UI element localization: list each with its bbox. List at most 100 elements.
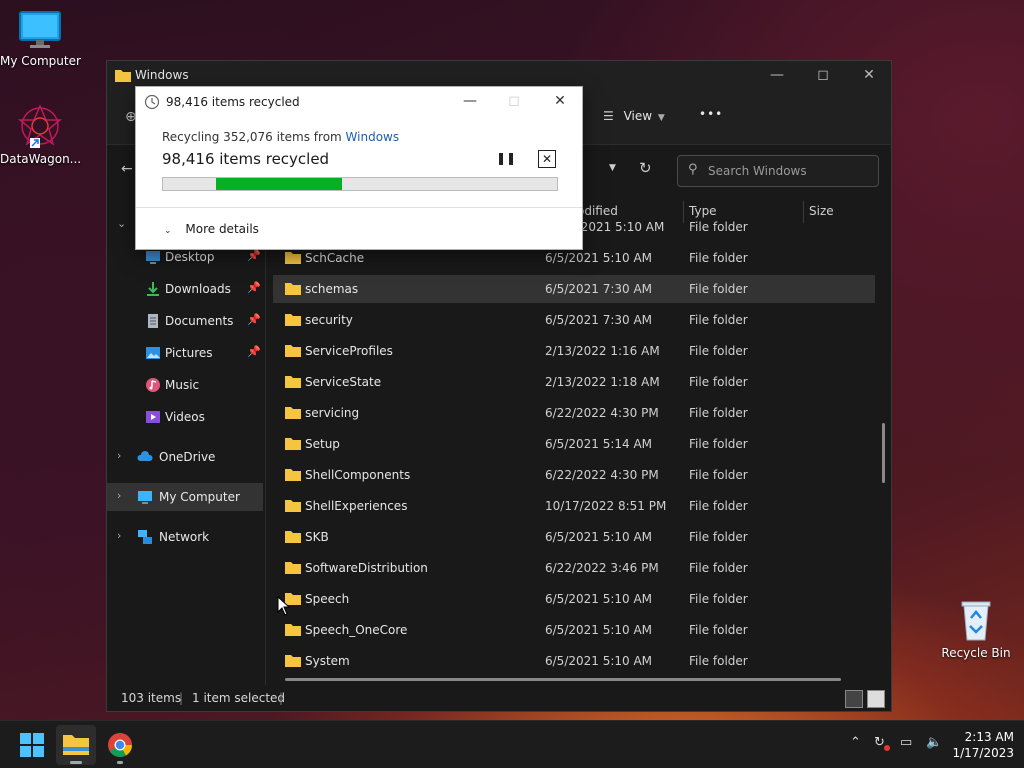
- dialog-title: 98,416 items recycled: [166, 95, 300, 109]
- nav-item-label: Downloads: [165, 282, 231, 296]
- table-row[interactable]: Speech 6/5/2021 5:10 AM File folder: [273, 585, 875, 613]
- row-name: security: [305, 313, 353, 327]
- more-details-toggle[interactable]: ⌄ More details: [164, 222, 259, 236]
- pin-icon: 📌: [247, 249, 261, 262]
- folder-icon: [285, 562, 301, 574]
- monitor-icon: [19, 11, 61, 48]
- chrome-taskbar-button[interactable]: [100, 725, 140, 765]
- dialog-maximize-button: ◻: [508, 93, 520, 109]
- running-indicator: [117, 761, 123, 764]
- chevron-down-icon[interactable]: ▼: [609, 163, 616, 173]
- running-indicator: [70, 761, 82, 764]
- file-explorer-taskbar-button[interactable]: [56, 725, 96, 765]
- cancel-button[interactable]: ✕: [538, 150, 556, 168]
- pause-button[interactable]: ❚❚: [496, 151, 516, 165]
- row-date: 6/5/2021 5:10 AM: [545, 654, 653, 668]
- row-type: File folder: [689, 313, 748, 327]
- nav-item-pictures[interactable]: Pictures 📌: [107, 339, 263, 367]
- dialog-close-button[interactable]: ✕: [550, 93, 570, 109]
- folder-icon: [285, 314, 301, 326]
- table-row[interactable]: security 6/5/2021 7:30 AM File folder: [273, 306, 875, 334]
- pane-divider[interactable]: [265, 223, 266, 685]
- nav-item-documents[interactable]: Documents 📌: [107, 307, 263, 335]
- tiles-view-button[interactable]: [867, 690, 885, 708]
- selection-count: 1 item selected: [192, 691, 286, 705]
- refresh-icon[interactable]: ↻: [639, 159, 652, 177]
- row-date: 6/5/2021 5:10 AM: [545, 530, 653, 544]
- minimize-button[interactable]: —: [767, 67, 787, 83]
- title-bar[interactable]: Windows — ◻ ✕: [107, 61, 891, 89]
- view-button[interactable]: ☰ View ▼: [603, 109, 665, 123]
- details-view-button[interactable]: [845, 690, 863, 708]
- nav-item-music[interactable]: Music: [107, 371, 263, 399]
- maximize-button[interactable]: ◻: [813, 67, 833, 83]
- item-count: 103 items: [121, 691, 182, 705]
- row-name: ServiceState: [305, 375, 382, 389]
- more-options-button[interactable]: •••: [699, 107, 723, 121]
- row-name: servicing: [305, 406, 360, 420]
- status-divider: |: [279, 691, 284, 705]
- download-icon: [147, 282, 159, 296]
- nav-item-videos[interactable]: Videos: [107, 403, 263, 431]
- row-date: 6/5/2021 5:10 AM: [545, 592, 653, 606]
- table-row[interactable]: schemas 6/5/2021 7:30 AM File folder: [273, 275, 875, 303]
- pictures-icon: [146, 347, 160, 359]
- row-date: 5/2021 5:10 AM: [569, 220, 665, 234]
- chevron-down-icon[interactable]: ⌄: [117, 217, 126, 230]
- vertical-scrollbar[interactable]: [882, 423, 885, 483]
- row-type: File folder: [689, 530, 748, 544]
- table-row[interactable]: System 6/5/2021 5:10 AM File folder: [273, 647, 875, 671]
- nav-item-network[interactable]: › Network: [107, 523, 263, 551]
- dialog-divider: [136, 207, 582, 208]
- network-icon: [138, 530, 152, 544]
- chevron-right-icon[interactable]: ›: [117, 529, 121, 542]
- chevron-up-icon[interactable]: ⌃: [850, 735, 861, 750]
- horizontal-scrollbar[interactable]: [285, 678, 841, 681]
- table-row[interactable]: Setup 6/5/2021 5:14 AM File folder: [273, 430, 875, 458]
- table-row[interactable]: servicing 6/22/2022 4:30 PM File folder: [273, 399, 875, 427]
- column-header-date[interactable]: odified: [577, 204, 618, 218]
- row-date: 6/5/2021 5:14 AM: [545, 437, 653, 451]
- start-button[interactable]: [12, 725, 52, 765]
- folder-icon: [285, 407, 301, 419]
- nav-item-label: Network: [159, 530, 210, 544]
- view-icon: ☰: [603, 109, 614, 123]
- volume-icon[interactable]: 🔈: [926, 735, 942, 750]
- desktop-icon-recycle-bin[interactable]: Recycle Bin: [936, 596, 1016, 660]
- table-row[interactable]: ShellComponents 6/22/2022 4:30 PM File f…: [273, 461, 875, 489]
- search-box[interactable]: ⚲: [677, 155, 879, 187]
- progress-bar: [162, 177, 558, 191]
- desktop-icon: [146, 251, 160, 264]
- folder-icon: [285, 438, 301, 450]
- table-row[interactable]: SKB 6/5/2021 5:10 AM File folder: [273, 523, 875, 551]
- chevron-right-icon[interactable]: ›: [117, 489, 121, 502]
- file-list: 5/2021 5:10 AM File folder SchCache 6/5/…: [273, 217, 875, 671]
- window-title: Windows: [135, 68, 189, 82]
- nav-item-onedrive[interactable]: › OneDrive: [107, 443, 263, 471]
- sync-alert-icon[interactable]: ↻: [874, 735, 890, 751]
- table-row[interactable]: SoftwareDistribution 6/22/2022 3:46 PM F…: [273, 554, 875, 582]
- back-arrow-icon[interactable]: ←: [121, 161, 133, 177]
- dialog-minimize-button[interactable]: —: [460, 93, 480, 109]
- desktop-icon-my-computer[interactable]: My Computer: [0, 10, 81, 68]
- column-header-type[interactable]: Type: [689, 204, 717, 218]
- table-row[interactable]: Speech_OneCore 6/5/2021 5:10 AM File fol…: [273, 616, 875, 644]
- table-row[interactable]: ServiceProfiles 2/13/2022 1:16 AM File f…: [273, 337, 875, 365]
- taskbar-clock[interactable]: 2:13 AM 1/17/2023: [950, 729, 1014, 761]
- search-input[interactable]: [708, 163, 868, 179]
- nav-item-downloads[interactable]: Downloads 📌: [107, 275, 263, 303]
- row-type: File folder: [689, 375, 748, 389]
- nav-item-my-computer[interactable]: › My Computer: [107, 483, 263, 511]
- nav-item-label: Pictures: [165, 346, 213, 360]
- column-header-size[interactable]: Size: [809, 204, 834, 218]
- close-button[interactable]: ✕: [859, 67, 879, 83]
- table-row[interactable]: ServiceState 2/13/2022 1:18 AM File fold…: [273, 368, 875, 396]
- status-divider: |: [179, 691, 184, 705]
- row-date: 6/5/2021 7:30 AM: [545, 282, 653, 296]
- chevron-right-icon[interactable]: ›: [117, 449, 121, 462]
- desktop-icon-datawagon[interactable]: DataWagon...: [0, 104, 81, 166]
- row-date: 6/5/2021 7:30 AM: [545, 313, 653, 327]
- table-row[interactable]: ShellExperiences 10/17/2022 8:51 PM File…: [273, 492, 875, 520]
- source-link[interactable]: Windows: [346, 130, 400, 144]
- network-icon[interactable]: ▭: [900, 735, 912, 750]
